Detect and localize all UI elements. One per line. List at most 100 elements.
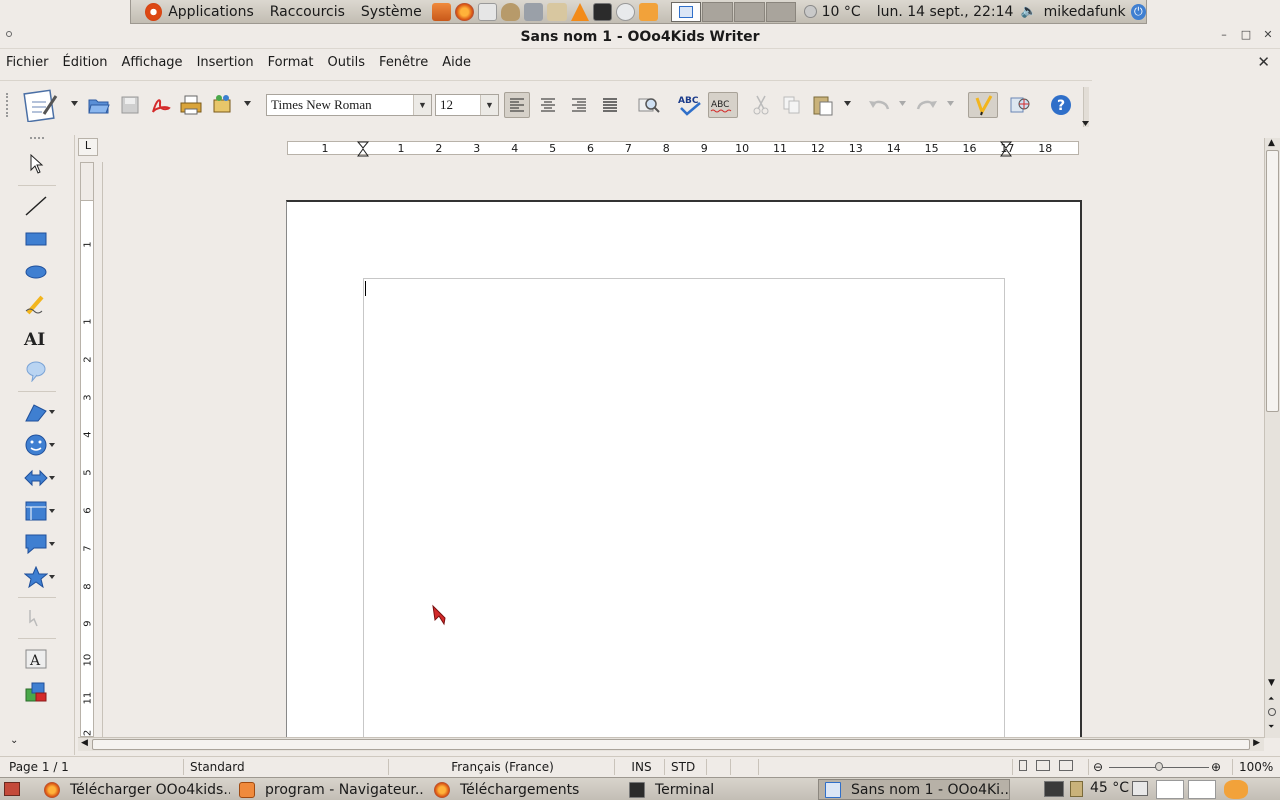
document-canvas[interactable]	[102, 162, 1264, 737]
task-button[interactable]: Téléchargements	[428, 779, 620, 800]
clock[interactable]: lun. 14 sept., 22:14	[872, 4, 1019, 20]
zoom-slider-knob[interactable]	[1155, 762, 1163, 771]
print-icon[interactable]	[178, 92, 204, 118]
navigation-icon[interactable]	[1268, 708, 1276, 716]
screen-icon[interactable]	[1132, 781, 1148, 796]
ellipse-tool-icon[interactable]	[22, 259, 50, 285]
block-arrows-icon[interactable]	[22, 465, 50, 491]
single-page-view-icon[interactable]	[1019, 760, 1027, 771]
two-page-view-icon[interactable]	[1035, 760, 1050, 771]
scroll-down-icon[interactable]: ▼	[1268, 678, 1275, 688]
align-left-icon[interactable]	[504, 92, 530, 118]
zoom-out-icon[interactable]: ⊖	[1093, 759, 1103, 775]
raccourcis-menu[interactable]: Raccourcis	[262, 0, 353, 23]
autospellcheck-icon[interactable]: ABC	[708, 92, 738, 118]
select-arrow-icon[interactable]	[22, 151, 50, 177]
task-button-active[interactable]: Sans nom 1 - OOo4Ki...	[818, 779, 1010, 800]
systeme-menu[interactable]: Système	[353, 0, 430, 23]
next-page-icon[interactable]: ⏷	[1268, 722, 1274, 732]
terminal-icon[interactable]	[592, 2, 612, 21]
copy-icon[interactable]	[779, 92, 805, 118]
font-size-select[interactable]: 12 ▼	[435, 94, 499, 116]
line-tool-icon[interactable]	[22, 193, 50, 219]
trash-icon[interactable]	[1224, 780, 1248, 799]
toolbar-grip[interactable]	[6, 93, 9, 117]
teapot-icon[interactable]	[501, 2, 521, 21]
previous-page-icon[interactable]: ⏶	[1268, 694, 1274, 704]
new-dropdown-arrow-icon[interactable]	[71, 101, 78, 106]
undo-icon[interactable]	[866, 92, 892, 118]
digital-signature-indicator[interactable]	[730, 759, 756, 775]
cpu-temperature[interactable]: 45 °C	[1090, 780, 1129, 796]
redo-dropdown-arrow-icon[interactable]	[947, 101, 954, 106]
scroll-up-icon[interactable]: ▲	[1268, 138, 1275, 148]
font-name-dropdown-icon[interactable]: ▼	[413, 95, 431, 115]
symbols-dropdown-arrow-icon[interactable]	[49, 443, 55, 447]
toolbar-overflow-arrow-icon[interactable]	[1082, 121, 1089, 126]
flowchart-dropdown-arrow-icon[interactable]	[49, 509, 55, 513]
redo-icon[interactable]	[914, 92, 940, 118]
navigator-icon[interactable]	[1009, 92, 1035, 118]
menu-fenetre[interactable]: Fenêtre	[379, 55, 428, 70]
font-name-select[interactable]: Times New Roman ▼	[266, 94, 432, 116]
media-player-icon[interactable]	[524, 2, 544, 21]
workspace-2[interactable]	[702, 1, 734, 22]
print-preview-icon[interactable]	[209, 92, 235, 118]
stars-dropdown-arrow-icon[interactable]	[49, 575, 55, 579]
fontwork-text-icon[interactable]: AI	[22, 325, 50, 351]
rectangle-tool-icon[interactable]	[22, 226, 50, 252]
shutdown-icon[interactable]: ⏻	[1130, 3, 1146, 20]
drawbar-grip[interactable]	[30, 137, 44, 140]
firefox-icon[interactable]	[454, 2, 474, 21]
extrusion-toggle-icon[interactable]	[22, 679, 50, 705]
points-tool-icon[interactable]	[22, 605, 50, 631]
menu-edition[interactable]: Édition	[63, 55, 108, 70]
undo-dropdown-arrow-icon[interactable]	[899, 101, 906, 106]
applications-menu[interactable]: Applications	[168, 0, 262, 23]
preview-dropdown-arrow-icon[interactable]	[244, 101, 251, 106]
weather-icon[interactable]	[804, 5, 817, 18]
text-body-area[interactable]	[363, 278, 1005, 737]
document-page[interactable]	[286, 200, 1082, 737]
task-button[interactable]: Terminal	[623, 779, 815, 800]
weather-temperature[interactable]: 10 °C	[817, 4, 866, 20]
menu-affichage[interactable]: Affichage	[121, 55, 182, 70]
workspace-4[interactable]	[765, 1, 797, 22]
freeform-tool-icon[interactable]	[22, 292, 50, 318]
home-folder-icon[interactable]	[431, 2, 451, 21]
insert-mode[interactable]: INS	[614, 759, 662, 775]
menu-aide[interactable]: Aide	[442, 55, 471, 70]
left-indent-marker-icon[interactable]	[357, 141, 369, 157]
document-modified-indicator[interactable]	[706, 759, 728, 775]
horizontal-ruler[interactable]: 1 1 2 3 4 5 6 7 8 9 10 11 12 13 14 15 16 17 18	[287, 141, 1079, 157]
scroll-left-icon[interactable]: ◀	[81, 738, 88, 748]
fontwork-gallery-icon[interactable]: A	[22, 646, 50, 672]
paste-icon[interactable]	[810, 92, 836, 118]
save-icon[interactable]	[117, 92, 143, 118]
cut-icon[interactable]	[748, 92, 774, 118]
symbol-shapes-icon[interactable]	[22, 432, 50, 458]
horizontal-scrollbar[interactable]: ◀ ▶	[78, 737, 1264, 751]
volume-icon[interactable]: 🔈	[1020, 4, 1036, 19]
pointer-icon[interactable]	[639, 2, 659, 21]
menu-outils[interactable]: Outils	[327, 55, 365, 70]
workspace-3[interactable]	[734, 1, 765, 22]
find-replace-icon[interactable]	[636, 92, 662, 118]
right-indent-marker-icon[interactable]	[1000, 141, 1012, 157]
callouts-dropdown-arrow-icon[interactable]	[49, 542, 55, 546]
file-icon[interactable]	[547, 2, 567, 21]
font-size-dropdown-icon[interactable]: ▼	[480, 95, 498, 115]
help-icon[interactable]: ?	[1048, 92, 1074, 118]
network-monitor-icon[interactable]	[1044, 781, 1064, 797]
paste-dropdown-arrow-icon[interactable]	[844, 101, 851, 106]
flowchart-icon[interactable]	[22, 498, 50, 524]
callouts-icon[interactable]	[22, 531, 50, 557]
stars-icon[interactable]	[22, 564, 50, 590]
show-desktop-icon[interactable]	[4, 782, 20, 796]
page-style[interactable]: Standard	[183, 759, 383, 775]
disk-icon[interactable]	[615, 2, 636, 21]
close-window-icon[interactable]: ✕	[1262, 29, 1274, 41]
justify-icon[interactable]	[597, 92, 623, 118]
vertical-ruler[interactable]: 1 1 2 3 4 5 6 7 8 9 10 11 12	[80, 200, 94, 742]
maximize-icon[interactable]: □	[1240, 29, 1252, 41]
